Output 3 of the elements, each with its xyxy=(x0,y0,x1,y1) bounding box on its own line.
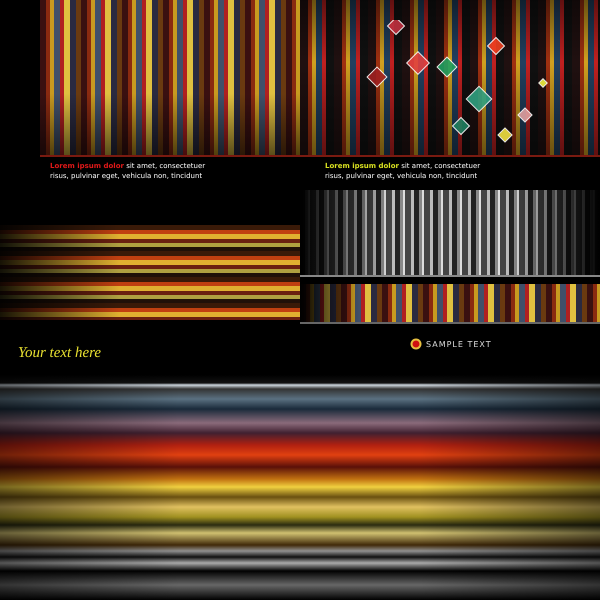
ring-icon xyxy=(410,338,422,350)
sample-text: SAMPLE TEXT xyxy=(426,340,492,348)
script-caption: Your text here xyxy=(18,345,102,362)
